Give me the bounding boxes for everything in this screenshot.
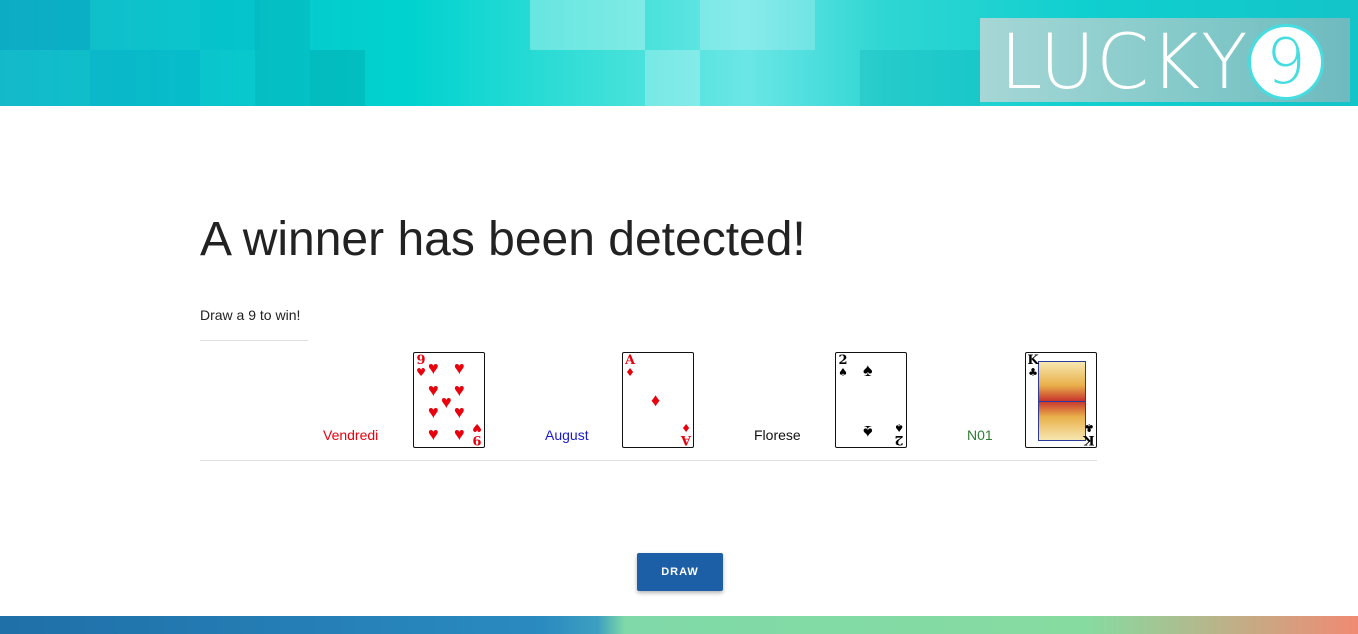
card-corner: 9 ♥ [472,421,482,447]
diamond-icon: ♦ [651,390,661,410]
banner-tile [90,50,200,106]
banner-tile [0,0,90,50]
divider [200,460,1097,461]
spade-icon: ♠ [838,366,848,379]
card-corner: 2 ♠ [837,354,849,378]
logo-number: 9 [1266,25,1306,98]
card-corner: A ♦ [624,354,636,378]
diamond-icon: ♦ [625,366,635,379]
spade-icon: ♠ [863,422,873,442]
card-corner: K ♣ [1083,421,1095,447]
playing-card: 2 ♠ ♠ ♠ 2 ♠ [835,352,907,448]
banner-tile [310,50,365,106]
divider [200,340,308,341]
banner-tile [645,50,700,106]
player-name: Vendredi [323,427,379,443]
card-corner: A ♦ [680,421,692,447]
logo-text: LUCKY [1000,17,1249,106]
card-corner: K ♣ [1027,354,1039,378]
banner-tile [255,0,310,106]
heart-icon: ♥ [428,402,439,422]
banner-tile [200,0,260,50]
heart-icon: ♥ [454,380,465,400]
heart-icon: ♥ [428,380,439,400]
footer-strip [0,616,1358,634]
club-icon: ♣ [1028,366,1038,379]
heart-icon: ♥ [454,424,465,444]
player-name: N01 [967,427,993,443]
heart-icon: ♥ [454,358,465,378]
banner-tile [700,0,815,50]
playing-card: A ♦ ♦ A ♦ [622,352,694,448]
heart-icon: ♥ [454,402,465,422]
card-corner: 9 ♥ [415,354,427,378]
heart-icon: ♥ [428,424,439,444]
king-face-art [1038,361,1086,441]
playing-card: 9 ♥ ♥ ♥ ♥ ♥ ♥ ♥ ♥ ♥ ♥ 9 ♥ [413,352,485,448]
page-title: A winner has been detected! [200,213,806,266]
player-name: Florese [754,427,801,443]
player-name: August [545,427,589,443]
heart-icon: ♥ [441,392,452,412]
instruction-text: Draw a 9 to win! [200,307,301,323]
playing-card: K ♣ K ♣ [1025,352,1097,448]
spade-icon: ♠ [863,360,873,380]
card-corner: 2 ♠ [894,421,904,447]
banner-tile [530,0,645,50]
logo-nine-badge: 9 [1248,24,1324,100]
draw-button[interactable]: DRAW [637,553,723,591]
heart-icon: ♥ [428,358,439,378]
banner-tile [860,50,980,106]
heart-icon: ♥ [416,366,426,379]
